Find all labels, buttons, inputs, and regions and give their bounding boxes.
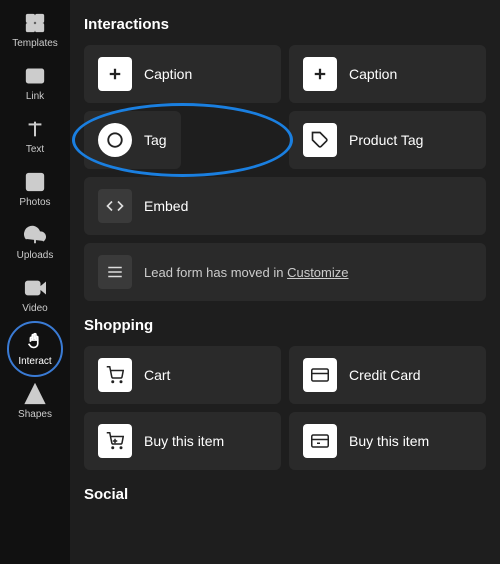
sidebar-label-shapes: Shapes: [18, 409, 52, 420]
product-tag-label: Product Tag: [349, 132, 423, 148]
main-panel: Interactions Caption Caption: [70, 0, 500, 564]
caption-icon-1: [98, 57, 132, 91]
sidebar-item-uploads[interactable]: Uploads: [0, 216, 70, 269]
uploads-icon: [24, 224, 46, 246]
sidebar: Templates Link Text Photos: [0, 0, 70, 564]
cart-label: Cart: [144, 367, 170, 383]
interactions-heading: Interactions: [84, 16, 486, 33]
sidebar-item-interact[interactable]: Interact: [0, 322, 70, 375]
sidebar-label-text: Text: [26, 144, 44, 155]
cart-button[interactable]: Cart: [84, 346, 281, 404]
credit-card-label: Credit Card: [349, 367, 421, 383]
lead-form-notice: Lead form has moved in Customize: [84, 243, 486, 301]
embed-label: Embed: [144, 198, 188, 214]
caption-button-1[interactable]: Caption: [84, 45, 281, 103]
cart-icon: [98, 358, 132, 392]
templates-icon: [24, 12, 46, 34]
embed-button[interactable]: Embed: [84, 177, 486, 235]
caption-button-2[interactable]: Caption: [289, 45, 486, 103]
shapes-icon: [24, 383, 46, 405]
video-icon: [24, 277, 46, 299]
buy-item-icon-2: [303, 424, 337, 458]
customize-link[interactable]: Customize: [287, 265, 348, 280]
sidebar-item-shapes[interactable]: Shapes: [0, 375, 70, 428]
credit-card-button[interactable]: Credit Card: [289, 346, 486, 404]
text-icon: [24, 118, 46, 140]
shopping-row-2: Buy this item Buy this item: [84, 412, 486, 470]
sidebar-label-uploads: Uploads: [17, 250, 54, 261]
sidebar-label-photos: Photos: [19, 197, 50, 208]
lead-form-text: Lead form has moved in Customize: [144, 265, 349, 280]
credit-card-icon: [303, 358, 337, 392]
shopping-row-1: Cart Credit Card: [84, 346, 486, 404]
tag-button[interactable]: Tag: [84, 111, 181, 169]
sidebar-item-video[interactable]: Video: [0, 269, 70, 322]
product-tag-icon: [303, 123, 337, 157]
sidebar-label-templates: Templates: [12, 38, 58, 49]
interactions-row-3: Embed: [84, 177, 486, 235]
caption-label-1: Caption: [144, 66, 192, 82]
interactions-row-1: Caption Caption: [84, 45, 486, 103]
photos-icon: [24, 171, 46, 193]
tag-highlight: Tag: [84, 111, 281, 169]
link-icon: [24, 65, 46, 87]
buy-item-label-2: Buy this item: [349, 433, 429, 449]
interact-icon: [24, 330, 46, 352]
buy-item-label-1: Buy this item: [144, 433, 224, 449]
buy-item-button-2[interactable]: Buy this item: [289, 412, 486, 470]
sidebar-label-interact: Interact: [18, 356, 51, 367]
product-tag-button[interactable]: Product Tag: [289, 111, 486, 169]
lead-form-icon: [98, 255, 132, 289]
interactions-row-2: Tag Product Tag: [84, 111, 486, 169]
tag-icon: [98, 123, 132, 157]
sidebar-item-templates[interactable]: Templates: [0, 4, 70, 57]
caption-label-2: Caption: [349, 66, 397, 82]
sidebar-item-text[interactable]: Text: [0, 110, 70, 163]
sidebar-item-photos[interactable]: Photos: [0, 163, 70, 216]
caption-icon-2: [303, 57, 337, 91]
sidebar-label-video: Video: [22, 303, 47, 314]
tag-label: Tag: [144, 132, 167, 148]
buy-item-button-1[interactable]: Buy this item: [84, 412, 281, 470]
shopping-heading: Shopping: [84, 317, 486, 334]
sidebar-item-link[interactable]: Link: [0, 57, 70, 110]
embed-icon: [98, 189, 132, 223]
buy-item-icon-1: [98, 424, 132, 458]
social-heading: Social: [84, 486, 486, 503]
sidebar-label-link: Link: [26, 91, 44, 102]
